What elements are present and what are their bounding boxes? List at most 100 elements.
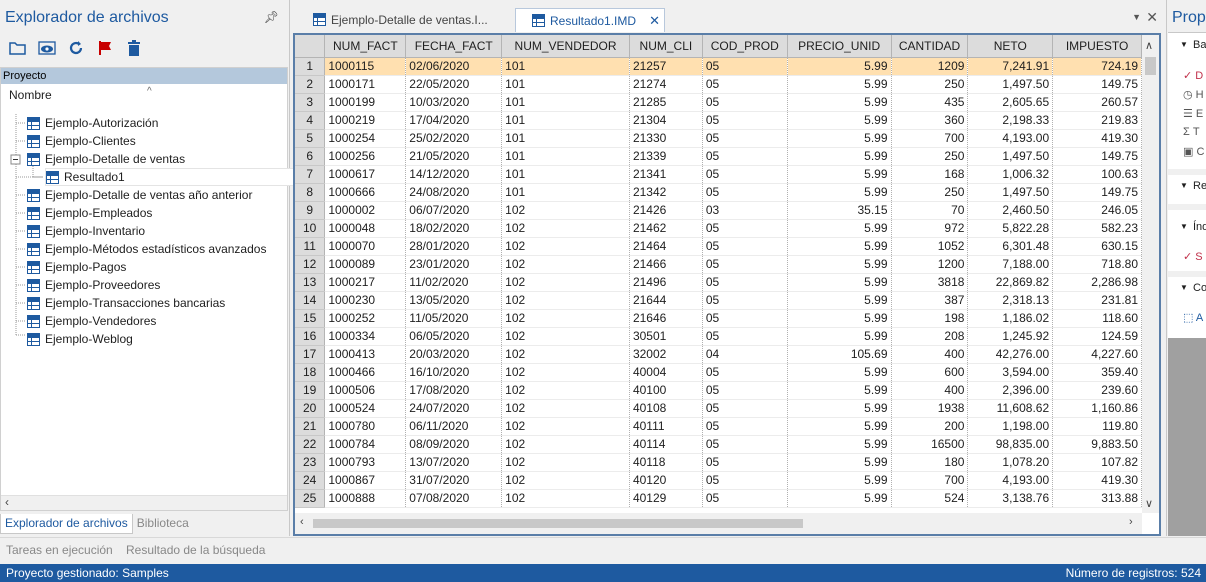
table-cell[interactable]: 40111 [629, 417, 703, 436]
table-row[interactable]: 8 1000666 24/08/2020 101 21342 05 5.99 250 1,497… [295, 183, 1142, 202]
table-cell[interactable]: 05 [702, 453, 788, 472]
table-cell[interactable]: 24/08/2020 [405, 183, 503, 202]
table-cell[interactable]: 630.15 [1052, 237, 1142, 256]
table-cell[interactable]: 3,594.00 [967, 363, 1054, 382]
table-cell[interactable]: 21304 [629, 111, 703, 130]
table-row[interactable]: 24 1000867 31/07/2020 102 40120 05 5.99 700 4,19… [295, 471, 1142, 490]
table-cell[interactable]: 119.80 [1052, 417, 1142, 436]
property-item[interactable]: Σ T [1183, 126, 1200, 138]
table-cell[interactable]: 1,006.32 [967, 165, 1054, 184]
table-cell[interactable]: 198 [891, 309, 969, 328]
tree-item[interactable]: Ejemplo-Métodos estadísticos avanzados [27, 240, 266, 258]
column-header[interactable]: FECHA_FACT [405, 35, 503, 58]
table-cell[interactable]: 05 [702, 111, 788, 130]
table-cell[interactable]: 11/05/2020 [405, 309, 503, 328]
table-cell[interactable]: 40129 [629, 489, 703, 508]
table-cell[interactable]: 102 [501, 273, 630, 292]
vertical-scroll-thumb[interactable] [1145, 57, 1156, 75]
table-cell[interactable]: 11,608.62 [967, 399, 1054, 418]
table-row[interactable]: 13 1000217 11/02/2020 102 21496 05 5.99 3818 22,… [295, 273, 1142, 292]
table-cell[interactable]: 5.99 [787, 57, 892, 76]
table-cell[interactable]: 4,193.00 [967, 471, 1054, 490]
row-number[interactable]: 15 [295, 309, 326, 328]
table-cell[interactable]: 32002 [629, 345, 703, 364]
table-cell[interactable]: 2,605.65 [967, 93, 1054, 112]
tab-detalle-ventas[interactable]: Ejemplo-Detalle de ventas.I... [295, 8, 511, 32]
table-cell[interactable]: 40100 [629, 381, 703, 400]
table-cell[interactable]: 102 [501, 471, 630, 490]
table-cell[interactable]: 22,869.82 [967, 273, 1054, 292]
pin-icon[interactable]: 📌︎ [264, 10, 279, 24]
table-cell[interactable]: 149.75 [1052, 183, 1142, 202]
table-cell[interactable]: 21/05/2020 [405, 147, 503, 166]
table-cell[interactable]: 13/05/2020 [405, 291, 503, 310]
table-cell[interactable]: 17/04/2020 [405, 111, 503, 130]
tab-search-results[interactable]: Resultado de la búsqueda [126, 543, 265, 557]
table-cell[interactable]: 05 [702, 237, 788, 256]
table-cell[interactable]: 313.88 [1052, 489, 1142, 508]
table-cell[interactable]: 102 [501, 489, 630, 508]
table-cell[interactable]: 1000867 [324, 471, 407, 490]
table-cell[interactable]: 5.99 [787, 363, 892, 382]
flag-button[interactable] [95, 38, 114, 57]
table-cell[interactable]: 40120 [629, 471, 703, 490]
table-cell[interactable]: 7,188.00 [967, 255, 1054, 274]
tree-item[interactable]: Ejemplo-Inventario [27, 222, 145, 240]
table-cell[interactable]: 118.60 [1052, 309, 1142, 328]
table-cell[interactable]: 1052 [891, 237, 969, 256]
table-cell[interactable]: 972 [891, 219, 969, 238]
table-cell[interactable]: 102 [501, 363, 630, 382]
table-cell[interactable]: 1,497.50 [967, 75, 1054, 94]
table-cell[interactable]: 5.99 [787, 435, 892, 454]
table-cell[interactable]: 219.83 [1052, 111, 1142, 130]
table-cell[interactable]: 16500 [891, 435, 969, 454]
table-cell[interactable]: 724.19 [1052, 57, 1142, 76]
table-cell[interactable]: 1000254 [324, 129, 407, 148]
table-cell[interactable]: 21257 [629, 57, 703, 76]
table-cell[interactable]: 1000524 [324, 399, 407, 418]
table-cell[interactable]: 1000171 [324, 75, 407, 94]
table-cell[interactable]: 2,318.13 [967, 291, 1054, 310]
table-cell[interactable]: 40108 [629, 399, 703, 418]
table-cell[interactable]: 05 [702, 219, 788, 238]
row-number[interactable]: 2 [295, 75, 326, 94]
table-cell[interactable]: 102 [501, 201, 630, 220]
row-number[interactable]: 10 [295, 219, 326, 238]
table-cell[interactable]: 102 [501, 327, 630, 346]
table-cell[interactable]: 21330 [629, 129, 703, 148]
table-cell[interactable]: 208 [891, 327, 969, 346]
property-item[interactable]: ✓ D [1183, 69, 1203, 82]
tree-item[interactable]: Ejemplo-Weblog [27, 330, 133, 348]
table-cell[interactable]: 21462 [629, 219, 703, 238]
table-cell[interactable]: 1000780 [324, 417, 407, 436]
table-cell[interactable]: 10/03/2020 [405, 93, 503, 112]
table-cell[interactable]: 250 [891, 147, 969, 166]
table-cell[interactable]: 1000506 [324, 381, 407, 400]
table-cell[interactable]: 101 [501, 57, 630, 76]
table-row[interactable]: 5 1000254 25/02/2020 101 21330 05 5.99 700 4,193… [295, 129, 1142, 148]
row-number[interactable]: 23 [295, 453, 326, 472]
table-cell[interactable]: 1000219 [324, 111, 407, 130]
table-cell[interactable]: 5,822.28 [967, 219, 1054, 238]
tree-item[interactable]: Ejemplo-Empleados [27, 204, 152, 222]
table-cell[interactable]: 1200 [891, 255, 969, 274]
table-cell[interactable]: 30501 [629, 327, 703, 346]
table-cell[interactable]: 1,497.50 [967, 147, 1054, 166]
table-row[interactable]: 21 1000780 06/11/2020 102 40111 05 5.99 200 1,19… [295, 417, 1142, 436]
table-cell[interactable]: 124.59 [1052, 327, 1142, 346]
tree-item[interactable]: Ejemplo-Detalle de ventas [27, 150, 185, 168]
column-header[interactable]: NUM_FACT [324, 35, 407, 58]
table-cell[interactable]: 2,198.33 [967, 111, 1054, 130]
table-cell[interactable]: 180 [891, 453, 969, 472]
new-folder-button[interactable] [8, 38, 27, 57]
table-cell[interactable]: 5.99 [787, 453, 892, 472]
scroll-down-icon[interactable]: ∨ [1145, 497, 1153, 510]
table-cell[interactable]: 06/07/2020 [405, 201, 503, 220]
table-cell[interactable]: 31/07/2020 [405, 471, 503, 490]
table-cell[interactable]: 239.60 [1052, 381, 1142, 400]
table-cell[interactable]: 101 [501, 165, 630, 184]
table-cell[interactable]: 05 [702, 363, 788, 382]
row-number[interactable]: 16 [295, 327, 326, 346]
table-cell[interactable]: 1000070 [324, 237, 407, 256]
row-number[interactable]: 9 [295, 201, 326, 220]
